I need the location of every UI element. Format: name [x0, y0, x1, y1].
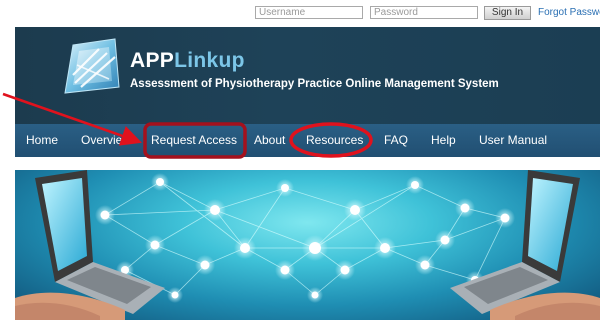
network-node-icon	[344, 199, 366, 221]
brand-name: APPLinkup	[130, 50, 245, 72]
hero-banner	[15, 170, 600, 320]
nav-home[interactable]: Home	[26, 124, 58, 157]
login-bar: Sign In Forgot Password	[0, 0, 600, 24]
site-header: APPLinkup Assessment of Physiotherapy Pr…	[15, 27, 600, 124]
network-node-icon	[195, 255, 215, 275]
password-input[interactable]	[370, 6, 478, 19]
site-subtitle: Assessment of Physiotherapy Practice Onl…	[130, 78, 499, 90]
hero-illustration	[15, 170, 600, 320]
username-input[interactable]	[255, 6, 363, 19]
network-node-icon	[374, 237, 396, 259]
network-node-icon	[455, 198, 475, 218]
network-node-icon	[406, 176, 424, 194]
network-node-icon	[435, 230, 455, 250]
sign-in-button[interactable]: Sign In	[484, 6, 531, 20]
right-laptop-group	[450, 170, 600, 320]
network-node-icon	[95, 205, 115, 225]
brand-linkup: Linkup	[174, 49, 245, 72]
network-node-icon	[276, 179, 294, 197]
main-nav: Home Overview Request Access About Resou…	[15, 124, 600, 157]
brand-app: APP	[130, 49, 175, 72]
nav-about[interactable]: About	[254, 124, 285, 157]
network-node-icon	[204, 199, 226, 221]
network-node-icon	[151, 173, 169, 191]
network-node-icon	[415, 255, 435, 275]
network-node-icon	[234, 237, 256, 259]
nav-resources[interactable]: Resources	[306, 124, 363, 157]
network-node-icon	[495, 208, 515, 228]
network-node-icon	[335, 260, 355, 280]
nav-request-access[interactable]: Request Access	[151, 124, 237, 157]
forgot-password-link[interactable]: Forgot Password	[538, 7, 600, 19]
network-node-icon	[275, 260, 295, 280]
network-node-icon	[145, 235, 165, 255]
nav-user-manual[interactable]: User Manual	[479, 124, 547, 157]
network-node-icon	[302, 235, 328, 261]
appl-logo-icon	[64, 38, 120, 94]
nav-faq[interactable]: FAQ	[384, 124, 408, 157]
network-node-icon	[167, 287, 183, 303]
network-node-icon	[307, 287, 323, 303]
nav-overview[interactable]: Overview	[81, 124, 131, 157]
network-nodes	[95, 173, 515, 303]
nav-help[interactable]: Help	[431, 124, 456, 157]
